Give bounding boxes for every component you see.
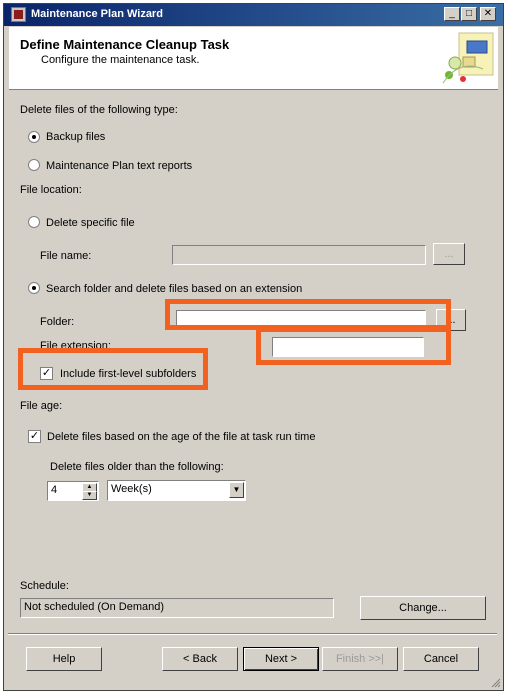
page-subtitle: Configure the maintenance task.	[41, 54, 200, 66]
chevron-down-icon[interactable]: ▼	[229, 482, 244, 498]
delete-by-age-label[interactable]: Delete files based on the age of the fil…	[47, 431, 315, 443]
older-than-label: Delete files older than the following:	[50, 461, 224, 473]
finish-button[interactable]: Finish >>|	[322, 647, 398, 671]
backup-files-label[interactable]: Backup files	[46, 131, 105, 143]
minimize-button[interactable]: _	[444, 7, 460, 21]
schedule-field: Not scheduled (On Demand)	[20, 598, 334, 618]
include-subfolders-checkbox[interactable]: ✓	[40, 367, 53, 380]
back-button[interactable]: < Back	[162, 647, 238, 671]
next-button[interactable]: Next >	[243, 647, 319, 671]
include-subfolders-label[interactable]: Include first-level subfolders	[60, 368, 196, 380]
title-bar[interactable]: Maintenance Plan Wizard _ □ ✕	[4, 4, 503, 26]
file-extension-label: File extension:	[40, 340, 111, 352]
age-amount-stepper[interactable]: 4 ▲ ▼	[47, 481, 99, 501]
search-folder-radio[interactable]	[28, 282, 40, 294]
window-title: Maintenance Plan Wizard	[31, 8, 163, 20]
folder-input[interactable]	[176, 310, 426, 330]
app-icon	[11, 7, 26, 22]
file-name-label: File name:	[40, 250, 92, 262]
help-button[interactable]: Help	[26, 647, 102, 671]
folder-label: Folder:	[40, 316, 75, 328]
wizard-window: Maintenance Plan Wizard _ □ ✕ Define Mai…	[3, 3, 504, 691]
schedule-label: Schedule:	[20, 580, 69, 592]
delete-specific-file-label[interactable]: Delete specific file	[46, 217, 135, 229]
spin-down-icon[interactable]: ▼	[82, 491, 97, 500]
resize-grip-icon[interactable]	[489, 676, 501, 688]
footer-divider	[8, 633, 497, 635]
age-unit-value: Week(s)	[111, 483, 152, 495]
delete-type-label: Delete files of the following type:	[20, 104, 178, 116]
close-button[interactable]: ✕	[480, 7, 496, 21]
change-schedule-button[interactable]: Change...	[360, 596, 486, 620]
folder-browse-button[interactable]: ...	[436, 309, 466, 331]
maximize-button[interactable]: □	[461, 7, 477, 21]
file-location-label: File location:	[20, 184, 82, 196]
file-name-browse-button[interactable]: ...	[433, 243, 465, 265]
backup-files-radio[interactable]	[28, 131, 40, 143]
file-age-label: File age:	[20, 400, 63, 412]
file-name-input[interactable]	[172, 245, 426, 265]
cancel-button[interactable]: Cancel	[403, 647, 479, 671]
page-title: Define Maintenance Cleanup Task	[20, 37, 230, 52]
file-extension-input[interactable]	[272, 337, 424, 357]
age-amount-value: 4	[51, 484, 58, 496]
search-folder-label[interactable]: Search folder and delete files based on …	[46, 283, 302, 295]
age-unit-select[interactable]: Week(s) ▼	[107, 480, 246, 501]
text-reports-radio[interactable]	[28, 159, 40, 171]
delete-by-age-checkbox[interactable]: ✓	[28, 430, 41, 443]
delete-specific-file-radio[interactable]	[28, 216, 40, 228]
wizard-header: Define Maintenance Cleanup Task Configur…	[9, 27, 498, 90]
wizard-graphic-icon	[442, 32, 494, 84]
text-reports-label[interactable]: Maintenance Plan text reports	[46, 160, 192, 172]
